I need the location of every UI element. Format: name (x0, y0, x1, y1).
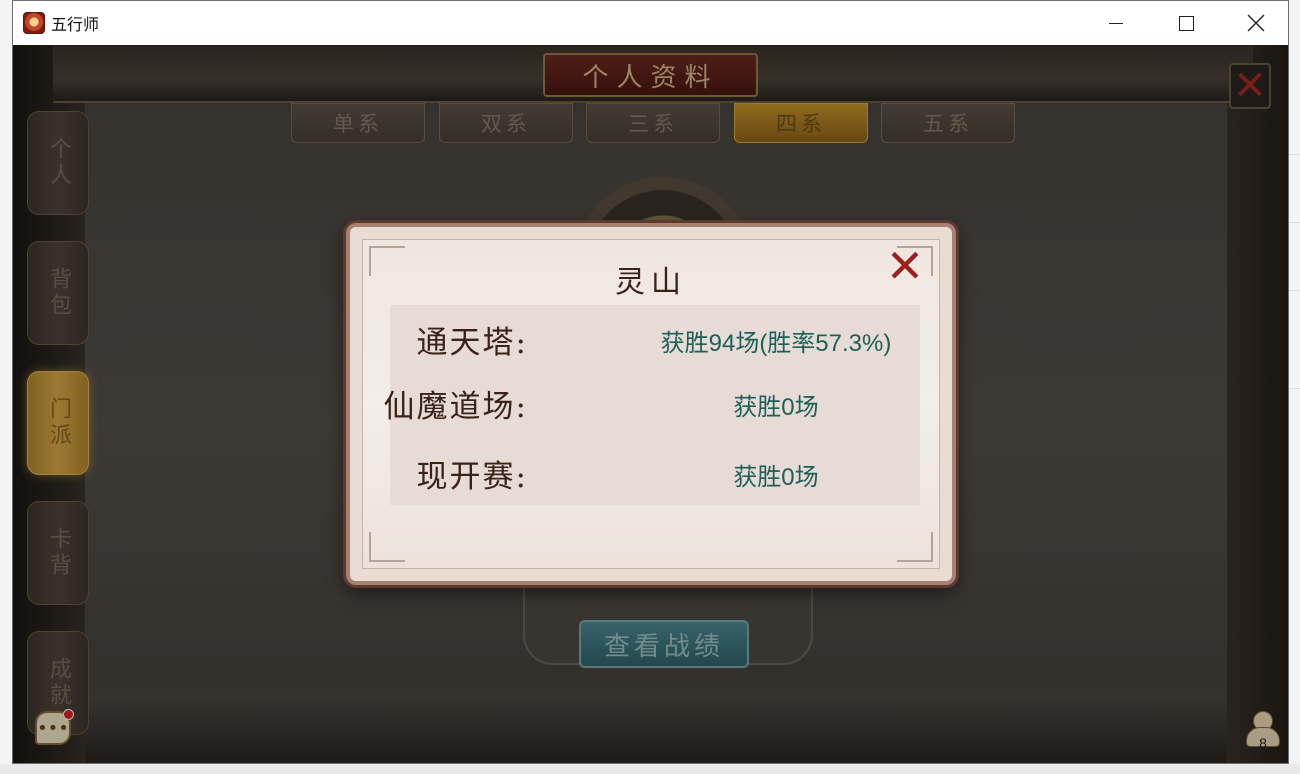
stat-value: 获胜0场 (733, 464, 819, 491)
window-titlebar: 五行师 (13, 1, 1288, 45)
desktop-right-edge (1288, 0, 1300, 774)
stat-value: 获胜94场(胜率57.3%) (660, 330, 892, 357)
minimize-icon (1109, 22, 1123, 24)
close-icon (1247, 14, 1265, 32)
corner-ornament (897, 532, 933, 562)
stats-list: 通天塔: 获胜94场(胜率57.3%) 仙魔道场: 获胜0场 现开赛: 获胜0场 (384, 305, 920, 505)
stat-label: 仙魔道场: (383, 389, 528, 425)
stat-value: 获胜0场 (733, 394, 819, 421)
window-close-button[interactable] (1221, 1, 1288, 45)
game-window: 五行师 个人资料 ✕ 单系 双系 三系 四系 五系 个人 背包 门派 卡背 成就 (12, 0, 1289, 764)
dialog-title: 灵山 (615, 265, 687, 300)
minimize-button[interactable] (1081, 1, 1151, 45)
stat-label: 现开赛: (416, 459, 528, 495)
corner-ornament (369, 532, 405, 562)
dialog-close-button[interactable]: ✕ (882, 243, 928, 289)
stat-label: 通天塔: (416, 325, 528, 361)
game-canvas: 个人资料 ✕ 单系 双系 三系 四系 五系 个人 背包 门派 卡背 成就 查看战… (13, 45, 1288, 763)
stat-row: 仙魔道场: 获胜0场 (384, 381, 920, 431)
maximize-icon (1178, 15, 1194, 31)
desktop-left-edge (0, 0, 12, 774)
sect-stats-dialog: 灵山 ✕ 通天塔: 获胜94场(胜率57.3%) 仙魔道场: 获胜0场 现开赛:… (346, 223, 956, 585)
stat-row: 现开赛: 获胜0场 (390, 451, 920, 501)
close-x-icon: ✕ (885, 239, 925, 293)
window-title: 五行师 (51, 15, 100, 34)
maximize-button[interactable] (1151, 1, 1221, 45)
desktop-bottom-edge (0, 764, 1300, 774)
app-icon (23, 12, 45, 34)
stat-row: 通天塔: 获胜94场(胜率57.3%) (390, 317, 920, 367)
